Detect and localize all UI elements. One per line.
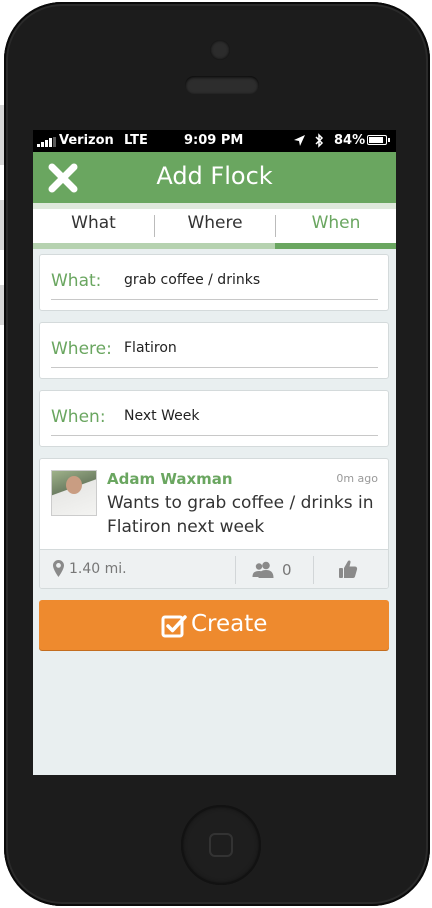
battery-percent: 84%	[334, 133, 366, 148]
front-camera	[210, 40, 230, 60]
what-input[interactable]	[124, 267, 376, 293]
post-timestamp: 0m ago	[336, 472, 378, 485]
where-field-card: Where:	[39, 322, 389, 379]
when-field-label: When:	[51, 407, 106, 427]
page-title: Add Flock	[156, 162, 273, 190]
distance-label: 1.40 mi.	[69, 561, 127, 577]
where-field-label: Where:	[51, 339, 112, 359]
when-input[interactable]	[124, 403, 376, 429]
attendee-count: 0	[282, 561, 292, 579]
location-arrow-icon	[294, 135, 305, 146]
location-pin-icon	[53, 560, 64, 577]
post-author-name: Adam Waxman	[107, 470, 233, 488]
app-header: Add Flock	[33, 152, 396, 203]
footer-divider	[313, 556, 314, 584]
what-field-card: What:	[39, 254, 389, 311]
flock-preview-card: Adam Waxman 0m ago Wants to grab coffee …	[39, 458, 389, 589]
signal-strength-icon	[37, 137, 61, 147]
tab-indicator-when	[275, 243, 396, 249]
where-input[interactable]	[124, 335, 376, 361]
battery-icon	[367, 135, 387, 145]
tab-when[interactable]: When	[276, 203, 396, 243]
tab-indicator-what	[33, 243, 154, 249]
bluetooth-icon	[315, 133, 324, 148]
create-button-label: Create	[191, 611, 268, 637]
avatar	[51, 470, 97, 516]
when-field-card: When:	[39, 390, 389, 447]
thumbs-up-icon[interactable]	[338, 559, 358, 579]
battery-tip	[388, 138, 390, 142]
field-underline	[51, 367, 378, 368]
app-screen: Verizon LTE 9:09 PM 84% Add Flock What W…	[33, 130, 396, 775]
field-underline	[51, 435, 378, 436]
status-time: 9:09 PM	[184, 133, 244, 148]
post-footer: 1.40 mi. 0	[40, 549, 388, 588]
post-text: Wants to grab coffee / drinks in Flatiro…	[107, 493, 374, 537]
tab-what[interactable]: What	[33, 203, 154, 243]
network-label: LTE	[124, 133, 148, 148]
tab-bar: What Where When	[33, 203, 396, 249]
home-button[interactable]	[181, 805, 261, 885]
home-square-icon	[209, 833, 233, 857]
tab-indicator-where	[154, 243, 275, 249]
status-bar: Verizon LTE 9:09 PM 84%	[33, 130, 396, 152]
earpiece-speaker	[185, 76, 259, 94]
what-field-label: What:	[51, 271, 102, 291]
footer-divider	[235, 556, 236, 584]
tab-where[interactable]: Where	[155, 203, 275, 243]
create-button[interactable]: Create	[39, 600, 389, 650]
checkbox-check-icon	[161, 615, 187, 638]
group-icon	[252, 561, 274, 578]
field-underline	[51, 299, 378, 300]
carrier-label: Verizon	[59, 133, 114, 148]
